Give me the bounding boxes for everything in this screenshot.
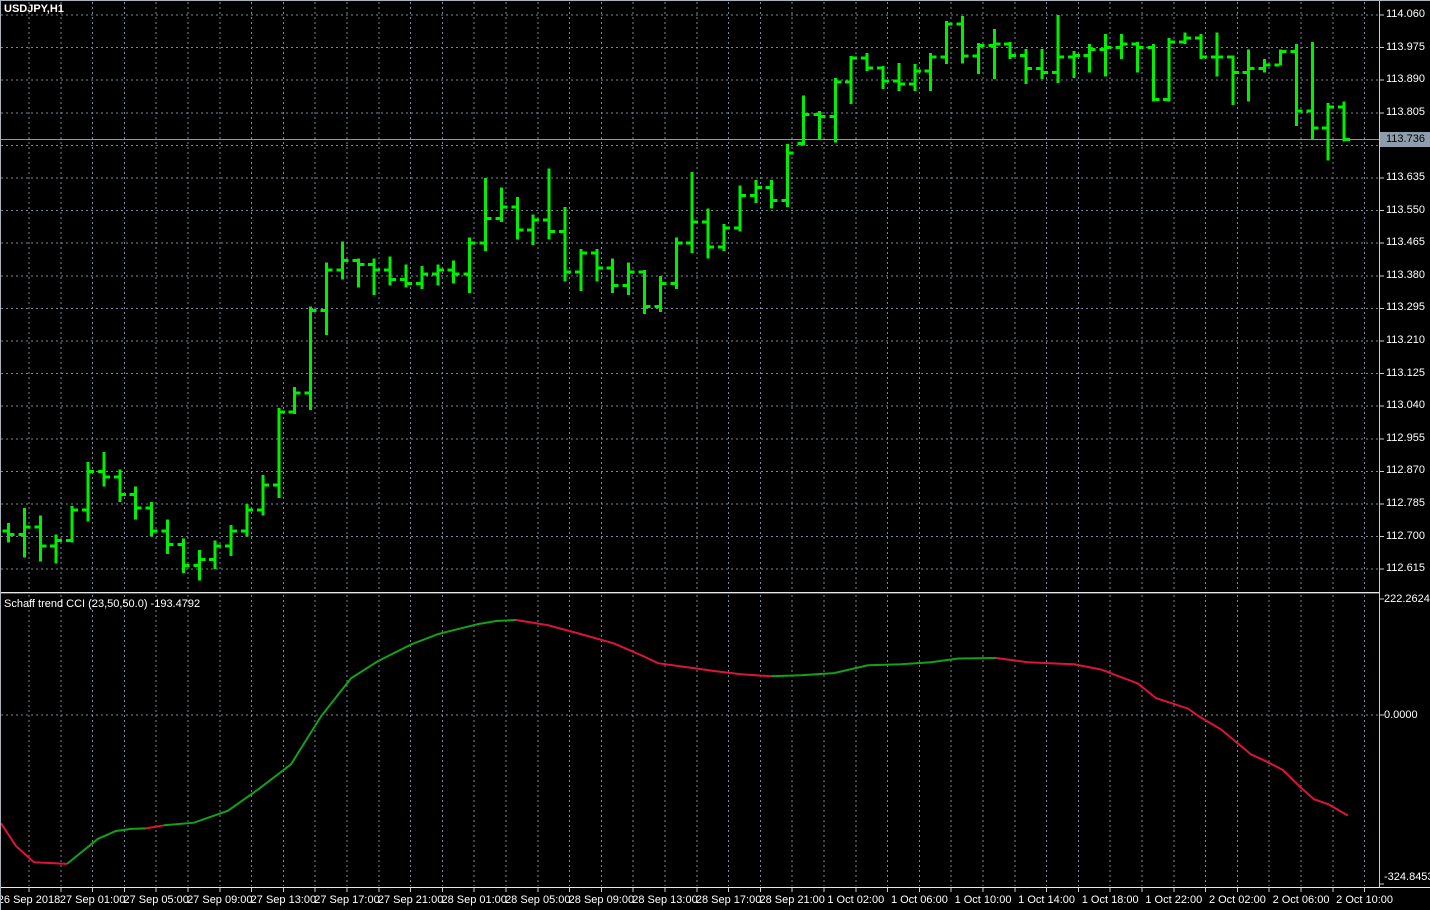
- price-axis-label: 113.465: [1386, 236, 1425, 249]
- indicator-axis-label: -324.8453: [1384, 871, 1430, 883]
- chart-canvas[interactable]: [1, 1, 1430, 910]
- indicator-grid: [1, 595, 1379, 886]
- indicator-axis-label: 222.2624: [1384, 593, 1430, 605]
- symbol-period-label: USDJPY,H1: [4, 3, 64, 15]
- main-chart-grid: [1, 2, 1379, 592]
- price-axis-label: 113.890: [1386, 73, 1425, 86]
- mt4-chart-window: USDJPY,H1 Schaff trend CCI (23,50,50.0) …: [0, 0, 1430, 910]
- price-axis-label: 112.870: [1386, 464, 1425, 477]
- price-axis-label: 112.700: [1386, 529, 1425, 542]
- ohlc-bars: [2, 15, 1351, 581]
- price-axis-label: 113.380: [1386, 268, 1425, 281]
- indicator-label: Schaff trend CCI (23,50,50.0) -193.4792: [4, 598, 201, 610]
- axis-frame-lines: [1, 1, 1430, 888]
- price-axis-label: 113.125: [1386, 366, 1425, 379]
- axis-ticks: [28, 14, 1384, 892]
- price-axis-label: 114.060: [1386, 8, 1425, 20]
- price-axis-label: 113.295: [1386, 301, 1425, 314]
- indicator-line: [1, 619, 1349, 865]
- price-axis-label: 113.975: [1386, 40, 1425, 53]
- price-axis-label: 113.805: [1386, 105, 1425, 118]
- price-axis-label: 113.210: [1386, 334, 1425, 346]
- current-price-badge: 113.736: [1380, 132, 1430, 147]
- price-axis-label: 112.955: [1386, 431, 1425, 444]
- price-axis-label: 112.615: [1386, 562, 1425, 575]
- price-axis-label: 113.635: [1386, 171, 1425, 183]
- price-axis-label: 113.550: [1386, 203, 1425, 216]
- price-axis-label: 113.040: [1386, 399, 1425, 412]
- price-axis-label: 112.785: [1386, 497, 1425, 509]
- time-axis-label: 2 Oct 10:00: [1336, 894, 1394, 906]
- indicator-axis-label: 0.0000: [1384, 708, 1418, 721]
